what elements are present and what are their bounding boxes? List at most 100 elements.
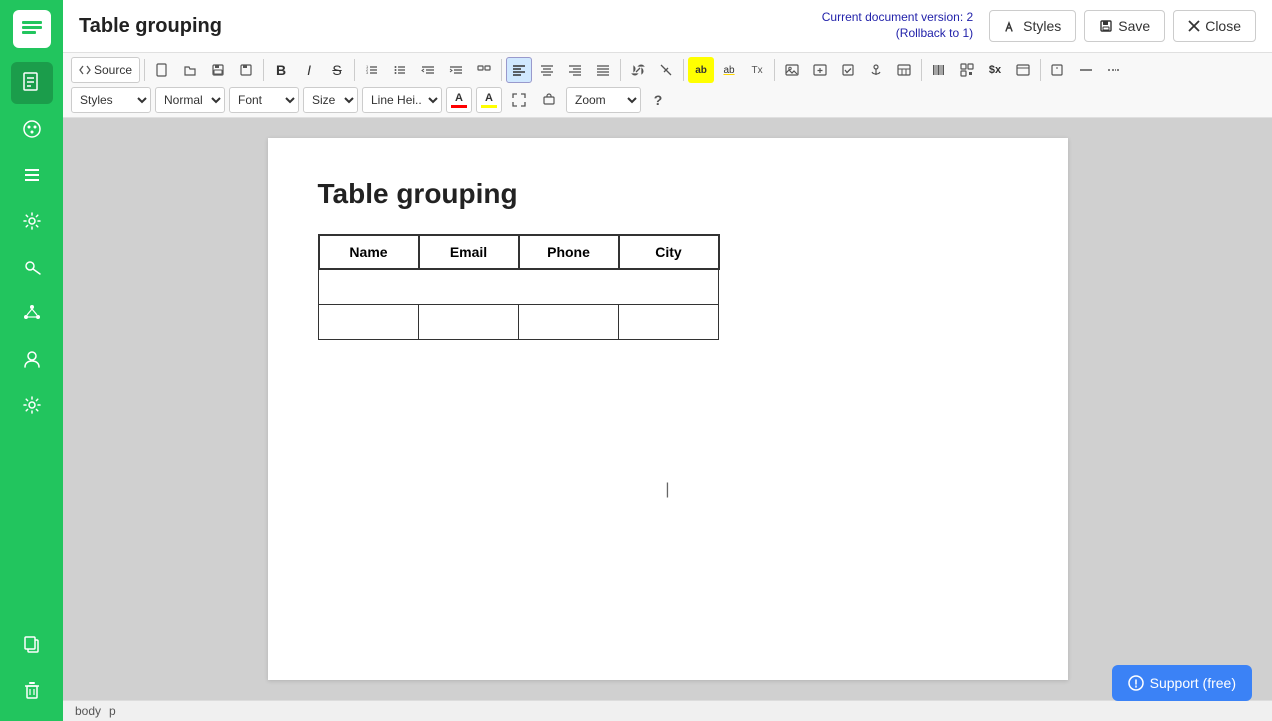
size-dropdown[interactable]: Size bbox=[303, 87, 358, 113]
align-left-button[interactable] bbox=[506, 57, 532, 83]
table-row bbox=[319, 305, 719, 340]
template-button[interactable] bbox=[1010, 57, 1036, 83]
editor-area[interactable]: Table grouping Name Email Phone City bbox=[63, 118, 1272, 700]
barcode-button[interactable] bbox=[926, 57, 952, 83]
toolbar-separator-3 bbox=[354, 59, 355, 81]
toolbar-separator bbox=[144, 59, 145, 81]
toolbar-separator-4 bbox=[501, 59, 502, 81]
clear-format-button[interactable]: Tx bbox=[744, 57, 770, 83]
sidebar-item-network[interactable] bbox=[11, 292, 53, 334]
sidebar-item-list[interactable] bbox=[11, 154, 53, 196]
cursor-area[interactable]: | bbox=[318, 340, 1018, 640]
svg-text:3: 3 bbox=[366, 70, 369, 75]
table-cell[interactable] bbox=[619, 305, 719, 340]
table-header-row: Name Email Phone City bbox=[319, 235, 719, 269]
help-button[interactable]: ? bbox=[645, 87, 671, 113]
align-right-button[interactable] bbox=[562, 57, 588, 83]
link-button[interactable] bbox=[625, 57, 651, 83]
anchor-button[interactable] bbox=[863, 57, 889, 83]
toolbar-separator-9 bbox=[1040, 59, 1041, 81]
blockquote-button[interactable] bbox=[471, 57, 497, 83]
table-cell[interactable] bbox=[519, 305, 619, 340]
table-cell[interactable] bbox=[319, 305, 419, 340]
status-p: p bbox=[109, 704, 116, 718]
sidebar-item-settings2[interactable] bbox=[11, 384, 53, 426]
qr-button[interactable] bbox=[954, 57, 980, 83]
table-cell[interactable] bbox=[419, 305, 519, 340]
align-center-button[interactable] bbox=[534, 57, 560, 83]
status-bar: body p bbox=[63, 700, 1272, 721]
saveas-button[interactable] bbox=[233, 57, 259, 83]
toolbar-row-2: Styles Normal Font Size Line Hei... A A bbox=[71, 87, 1264, 117]
fullscreen-button[interactable] bbox=[506, 87, 532, 113]
source-icon bbox=[79, 64, 91, 76]
status-body: body bbox=[75, 704, 101, 718]
toolbar-separator-7 bbox=[774, 59, 775, 81]
save-button[interactable]: Save bbox=[1084, 10, 1165, 42]
header: Table grouping Current document version:… bbox=[63, 0, 1272, 53]
text-color-button[interactable]: A bbox=[446, 87, 472, 113]
toolbar-row-1: Source B I S 123 bbox=[71, 57, 1264, 87]
text-color2-button[interactable]: A bbox=[476, 87, 502, 113]
toolbar: Source B I S 123 bbox=[63, 53, 1272, 118]
unordered-list-button[interactable] bbox=[387, 57, 413, 83]
sidebar-item-settings[interactable] bbox=[11, 200, 53, 242]
highlight-button[interactable]: ab bbox=[716, 57, 742, 83]
outdent-button[interactable] bbox=[415, 57, 441, 83]
highlight-yellow-button[interactable]: ab bbox=[688, 57, 714, 83]
table-button[interactable] bbox=[891, 57, 917, 83]
table-header-city: City bbox=[619, 235, 719, 269]
find-button[interactable] bbox=[1045, 57, 1071, 83]
main-content: Table grouping Current document version:… bbox=[63, 0, 1272, 721]
sidebar-item-user[interactable] bbox=[11, 338, 53, 380]
support-button[interactable]: Support (free) bbox=[1112, 665, 1252, 701]
format-button[interactable] bbox=[536, 87, 562, 113]
app-logo bbox=[13, 10, 51, 48]
formula-button[interactable]: $x bbox=[982, 57, 1008, 83]
checkbox-button[interactable] bbox=[835, 57, 861, 83]
font-dropdown[interactable]: Font bbox=[229, 87, 299, 113]
italic-button[interactable]: I bbox=[296, 57, 322, 83]
zoom-dropdown[interactable]: Zoom bbox=[566, 87, 641, 113]
lineheight-dropdown[interactable]: Line Hei... bbox=[362, 87, 442, 113]
ordered-list-button[interactable]: 123 bbox=[359, 57, 385, 83]
save2-button[interactable] bbox=[205, 57, 231, 83]
close-button[interactable]: Close bbox=[1173, 10, 1256, 42]
new-doc-button[interactable] bbox=[149, 57, 175, 83]
page-title: Table grouping bbox=[79, 15, 822, 38]
table-row bbox=[319, 269, 719, 305]
table-merged-cell[interactable] bbox=[319, 269, 719, 305]
normal-dropdown[interactable]: Normal bbox=[155, 87, 225, 113]
pagebreak-button[interactable] bbox=[1101, 57, 1127, 83]
sidebar-item-key[interactable] bbox=[11, 246, 53, 288]
align-justify-button[interactable] bbox=[590, 57, 616, 83]
source-button[interactable]: Source bbox=[71, 57, 140, 83]
unlink-button[interactable] bbox=[653, 57, 679, 83]
image2-button[interactable] bbox=[807, 57, 833, 83]
sidebar-item-palette[interactable] bbox=[11, 108, 53, 150]
styles-dropdown[interactable]: Styles bbox=[71, 87, 151, 113]
styles-icon bbox=[1004, 19, 1018, 33]
table-header-name: Name bbox=[319, 235, 419, 269]
editor-page[interactable]: Table grouping Name Email Phone City bbox=[268, 138, 1068, 680]
header-actions: Current document version: 2 (Rollback to… bbox=[822, 10, 1256, 42]
version-info: Current document version: 2 (Rollback to… bbox=[822, 10, 973, 41]
sidebar-item-document[interactable] bbox=[11, 62, 53, 104]
sidebar-item-copy[interactable] bbox=[11, 623, 53, 665]
open-button[interactable] bbox=[177, 57, 203, 83]
sidebar-item-trash[interactable] bbox=[11, 669, 53, 711]
indent-button[interactable] bbox=[443, 57, 469, 83]
save-icon bbox=[1099, 19, 1113, 33]
document-table[interactable]: Name Email Phone City bbox=[318, 234, 720, 340]
bold-button[interactable]: B bbox=[268, 57, 294, 83]
document-title: Table grouping bbox=[318, 178, 1018, 210]
toolbar-separator-6 bbox=[683, 59, 684, 81]
toolbar-separator-5 bbox=[620, 59, 621, 81]
table-header-phone: Phone bbox=[519, 235, 619, 269]
horizontal-rule-button[interactable] bbox=[1073, 57, 1099, 83]
strikethrough-button[interactable]: S bbox=[324, 57, 350, 83]
styles-button[interactable]: Styles bbox=[989, 10, 1076, 42]
image-button[interactable] bbox=[779, 57, 805, 83]
toolbar-separator-8 bbox=[921, 59, 922, 81]
table-header-email: Email bbox=[419, 235, 519, 269]
